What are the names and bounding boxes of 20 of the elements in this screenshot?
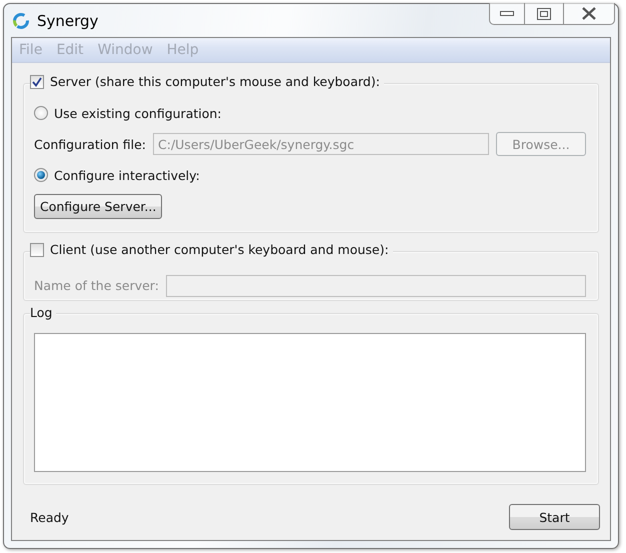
status-text: Ready	[30, 510, 69, 524]
ring-icon	[12, 12, 30, 30]
field-label: Name of the server:	[34, 278, 159, 293]
configure-server-button[interactable]: Configure Server...	[34, 194, 162, 219]
radio-label: Use existing configuration:	[54, 106, 222, 120]
checkbox[interactable]	[30, 242, 44, 256]
radio-button[interactable]	[34, 168, 48, 182]
checkbox-label: Server (share this computer's mouse and keyboard):	[50, 74, 380, 89]
group-title: Log	[30, 305, 52, 320]
maximize-icon	[537, 8, 551, 20]
radio-button[interactable]	[34, 106, 48, 120]
checkbox[interactable]	[30, 74, 44, 88]
minimize-icon	[500, 10, 514, 16]
radio-label: Configure interactively:	[54, 168, 200, 182]
close-icon	[581, 7, 597, 20]
checkbox-label: Client (use another computer's keyboard and mouse):	[50, 242, 389, 257]
window-title: Synergy	[37, 12, 98, 30]
server-name-field[interactable]	[166, 274, 586, 296]
field-label: Configuration file:	[34, 136, 146, 152]
start-button[interactable]: Start	[509, 504, 600, 530]
